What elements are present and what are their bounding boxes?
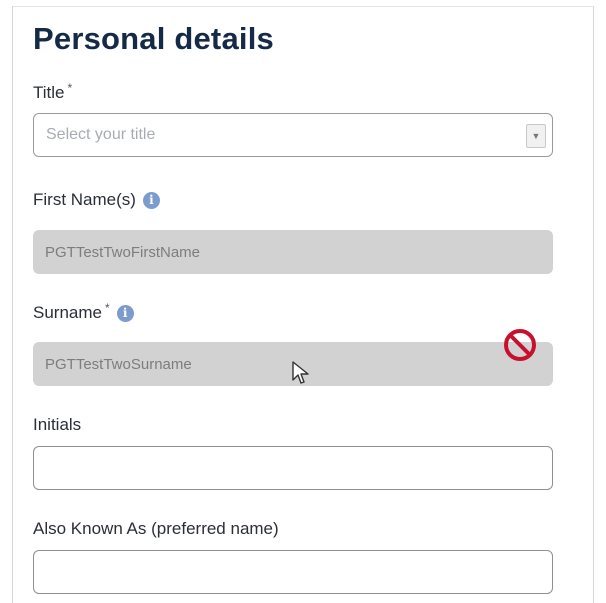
- required-marker: *: [104, 301, 110, 315]
- info-icon[interactable]: i: [116, 304, 134, 322]
- first-names-label: First Name(s) i: [33, 190, 160, 210]
- surname-label: Surname * i: [33, 301, 134, 323]
- initials-input-box[interactable]: [33, 446, 553, 490]
- initials-label-text: Initials: [33, 415, 82, 434]
- title-label-text: Title: [33, 83, 65, 102]
- not-allowed-cursor-icon: [500, 325, 540, 370]
- chevron-down-icon[interactable]: ▼: [526, 124, 546, 148]
- personal-details-section: Personal details Title * Select your tit…: [33, 7, 555, 594]
- title-select-placeholder: Select your title: [46, 126, 156, 143]
- surname-value: PGTTestTwoSurname: [45, 355, 192, 373]
- title-label: Title *: [33, 81, 73, 103]
- title-select[interactable]: Select your title ▼: [33, 113, 553, 157]
- aka-label-text: Also Known As (preferred name): [33, 519, 279, 538]
- info-icon[interactable]: i: [142, 191, 160, 209]
- initials-input[interactable]: [46, 458, 531, 478]
- first-names-value: PGTTestTwoFirstName: [45, 243, 201, 261]
- section-heading: Personal details: [33, 21, 274, 56]
- required-marker: *: [67, 81, 73, 95]
- aka-label: Also Known As (preferred name): [33, 519, 279, 539]
- aka-input[interactable]: [46, 562, 531, 582]
- aka-input-box[interactable]: [33, 550, 553, 594]
- first-names-field: PGTTestTwoFirstName: [33, 230, 553, 274]
- form-panel: Personal details Title * Select your tit…: [12, 6, 594, 603]
- surname-label-text: Surname: [33, 303, 102, 322]
- initials-label: Initials: [33, 415, 81, 435]
- first-names-label-text: First Name(s): [33, 190, 136, 209]
- mouse-pointer-icon: [290, 360, 312, 391]
